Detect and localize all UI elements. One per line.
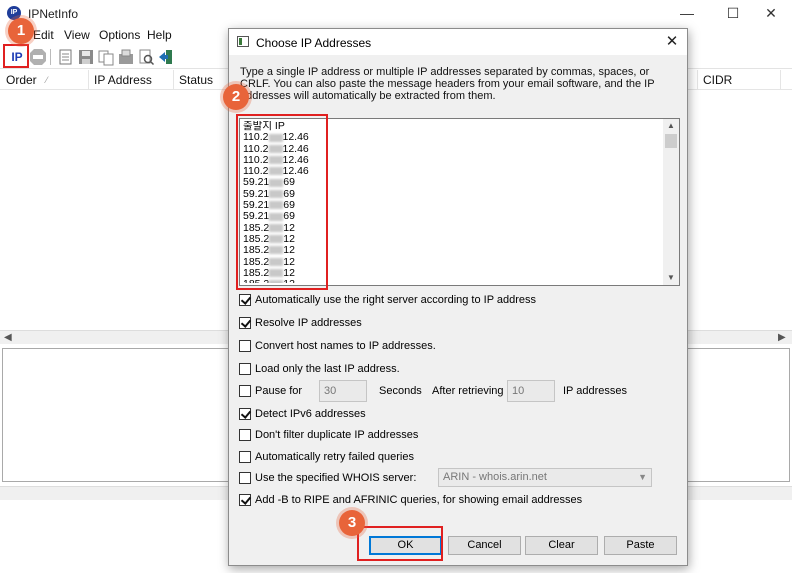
toolbar-separator [50, 49, 51, 65]
dialog-description: Type a single IP address or multiple IP … [240, 66, 655, 102]
no-filter-dup-label: Don't filter duplicate IP addresses [255, 429, 419, 441]
auto-retry-label: Automatically retry failed queries [255, 451, 414, 463]
whois-server-label: Use the specified WHOIS server: [255, 472, 417, 484]
auto-server-checkbox[interactable] [239, 294, 251, 306]
chevron-down-icon: ▼ [638, 472, 647, 482]
pause-label: Pause for [255, 385, 303, 397]
dialog-titlebar: Choose IP Addresses ✕ [229, 29, 687, 55]
resolve-checkbox[interactable] [239, 317, 251, 329]
choose-ip-dialog: Choose IP Addresses ✕ Type a single IP a… [228, 28, 688, 566]
col-order[interactable]: Order [6, 73, 37, 87]
paste-button[interactable]: Paste [604, 536, 677, 555]
highlight-box-ip-button [3, 44, 29, 68]
scroll-right-icon[interactable]: ▶ [778, 331, 786, 345]
minimize-icon[interactable]: — [664, 0, 710, 27]
dialog-title: Choose IP Addresses [256, 36, 372, 50]
ipv6-label: Detect IPv6 addresses [255, 408, 366, 420]
resolve-label: Resolve IP addresses [255, 317, 362, 329]
scroll-down-icon[interactable]: ▼ [663, 271, 679, 285]
scroll-up-icon[interactable]: ▲ [663, 119, 679, 133]
cancel-button[interactable]: Cancel [448, 536, 521, 555]
whois-server-value: ARIN - whois.arin.net [443, 471, 547, 483]
step-badge-3: 3 [339, 510, 365, 536]
whois-server-select[interactable]: ARIN - whois.arin.net ▼ [438, 468, 652, 487]
dialog-close-icon[interactable]: ✕ [661, 31, 683, 53]
no-filter-dup-checkbox[interactable] [239, 429, 251, 441]
exit-icon[interactable] [157, 48, 175, 66]
column-divider[interactable] [697, 70, 698, 90]
step-badge-1: 1 [8, 18, 34, 44]
pause-seconds-input[interactable]: 30 [319, 380, 367, 402]
convert-hosts-label: Convert host names to IP addresses. [255, 340, 436, 352]
auto-retry-checkbox[interactable] [239, 451, 251, 463]
stop-icon[interactable] [29, 48, 47, 66]
main-window-title: IPNetInfo [28, 7, 79, 21]
col-cidr[interactable]: CIDR [703, 73, 732, 87]
scroll-thumb[interactable] [665, 134, 677, 148]
menu-edit[interactable]: Edit [33, 28, 54, 42]
convert-hosts-checkbox[interactable] [239, 340, 251, 352]
pause-count-input[interactable]: 10 [507, 380, 555, 402]
ipv6-checkbox[interactable] [239, 408, 251, 420]
save-icon[interactable] [77, 48, 95, 66]
scroll-left-icon[interactable]: ◀ [4, 331, 12, 345]
highlight-box-ok-button [357, 526, 443, 561]
col-status[interactable]: Status [179, 73, 213, 87]
column-divider[interactable] [173, 70, 174, 90]
menu-options[interactable]: Options [99, 28, 140, 42]
main-titlebar: IP IPNetInfo — ☐ ✕ [0, 0, 792, 27]
clear-button[interactable]: Clear [525, 536, 598, 555]
column-divider[interactable] [780, 70, 781, 90]
report-icon[interactable] [117, 48, 135, 66]
column-divider[interactable] [88, 70, 89, 90]
sort-arrow-icon: ⁄ [46, 75, 48, 85]
load-last-checkbox[interactable] [239, 363, 251, 375]
highlight-box-ip-list [236, 114, 328, 290]
auto-server-label: Automatically use the right server accor… [255, 294, 537, 306]
menu-view[interactable]: View [64, 28, 90, 42]
find-icon[interactable] [137, 48, 155, 66]
properties-icon[interactable] [57, 48, 75, 66]
col-ip-address[interactable]: IP Address [94, 73, 152, 87]
add-b-checkbox[interactable] [239, 494, 251, 506]
seconds-label: Seconds [379, 385, 422, 397]
dialog-app-icon [237, 36, 249, 47]
load-last-label: Load only the last IP address. [255, 363, 400, 375]
ip-addresses-label: IP addresses [563, 385, 628, 397]
menu-help[interactable]: Help [147, 28, 172, 42]
copy-icon[interactable] [97, 48, 115, 66]
add-b-label: Add -B to RIPE and AFRINIC queries, for … [255, 494, 583, 506]
close-icon[interactable]: ✕ [748, 0, 792, 27]
after-retrieving-label: After retrieving [432, 385, 504, 397]
pause-checkbox[interactable] [239, 385, 251, 397]
whois-server-checkbox[interactable] [239, 472, 251, 484]
step-badge-2: 2 [223, 84, 249, 110]
textarea-vertical-scrollbar[interactable]: ▲ ▼ [663, 119, 679, 285]
